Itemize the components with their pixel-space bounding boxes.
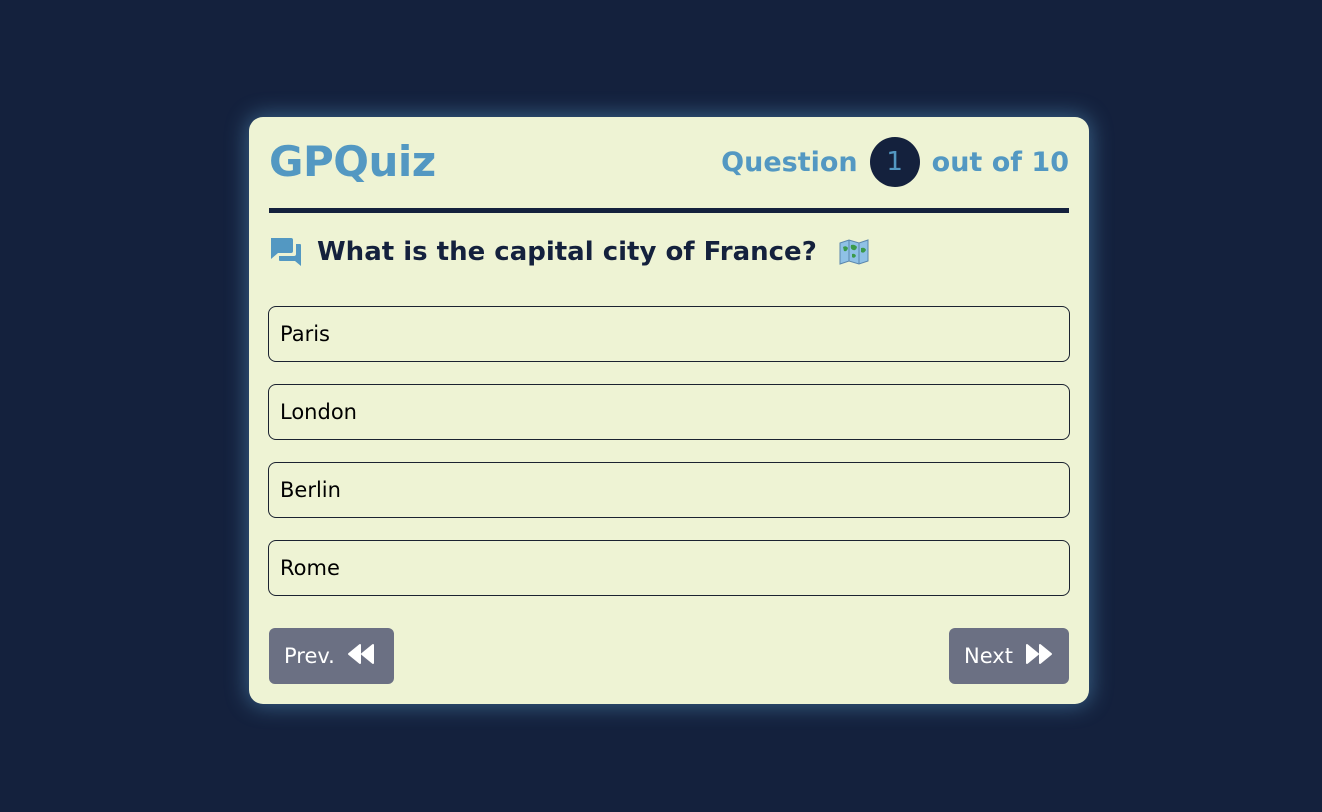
answer-option-paris[interactable]: Paris bbox=[268, 306, 1070, 362]
chat-bubbles-icon bbox=[269, 235, 303, 269]
app-title: GPQuiz bbox=[269, 137, 436, 186]
answer-option-rome[interactable]: Rome bbox=[268, 540, 1070, 596]
quiz-header: GPQuiz Question 1 out of 10 bbox=[269, 117, 1069, 213]
answer-option-berlin[interactable]: Berlin bbox=[268, 462, 1070, 518]
answer-options: Paris London Berlin Rome bbox=[268, 306, 1070, 618]
world-map-icon bbox=[839, 239, 869, 265]
prev-button-label: Prev. bbox=[284, 644, 335, 668]
rewind-icon bbox=[347, 643, 375, 670]
question-row: What is the capital city of France? bbox=[269, 233, 869, 271]
prev-button[interactable]: Prev. bbox=[269, 628, 394, 684]
answer-option-london[interactable]: London bbox=[268, 384, 1070, 440]
next-button-label: Next bbox=[964, 644, 1013, 668]
quiz-card: GPQuiz Question 1 out of 10 What is the … bbox=[249, 117, 1089, 704]
question-counter: Question 1 out of 10 bbox=[721, 137, 1069, 187]
next-button[interactable]: Next bbox=[949, 628, 1069, 684]
counter-prefix: Question bbox=[721, 146, 858, 178]
fast-forward-icon bbox=[1025, 643, 1053, 670]
current-question-badge: 1 bbox=[869, 137, 920, 187]
question-text: What is the capital city of France? bbox=[317, 237, 817, 267]
counter-suffix: out of 10 bbox=[931, 146, 1069, 178]
